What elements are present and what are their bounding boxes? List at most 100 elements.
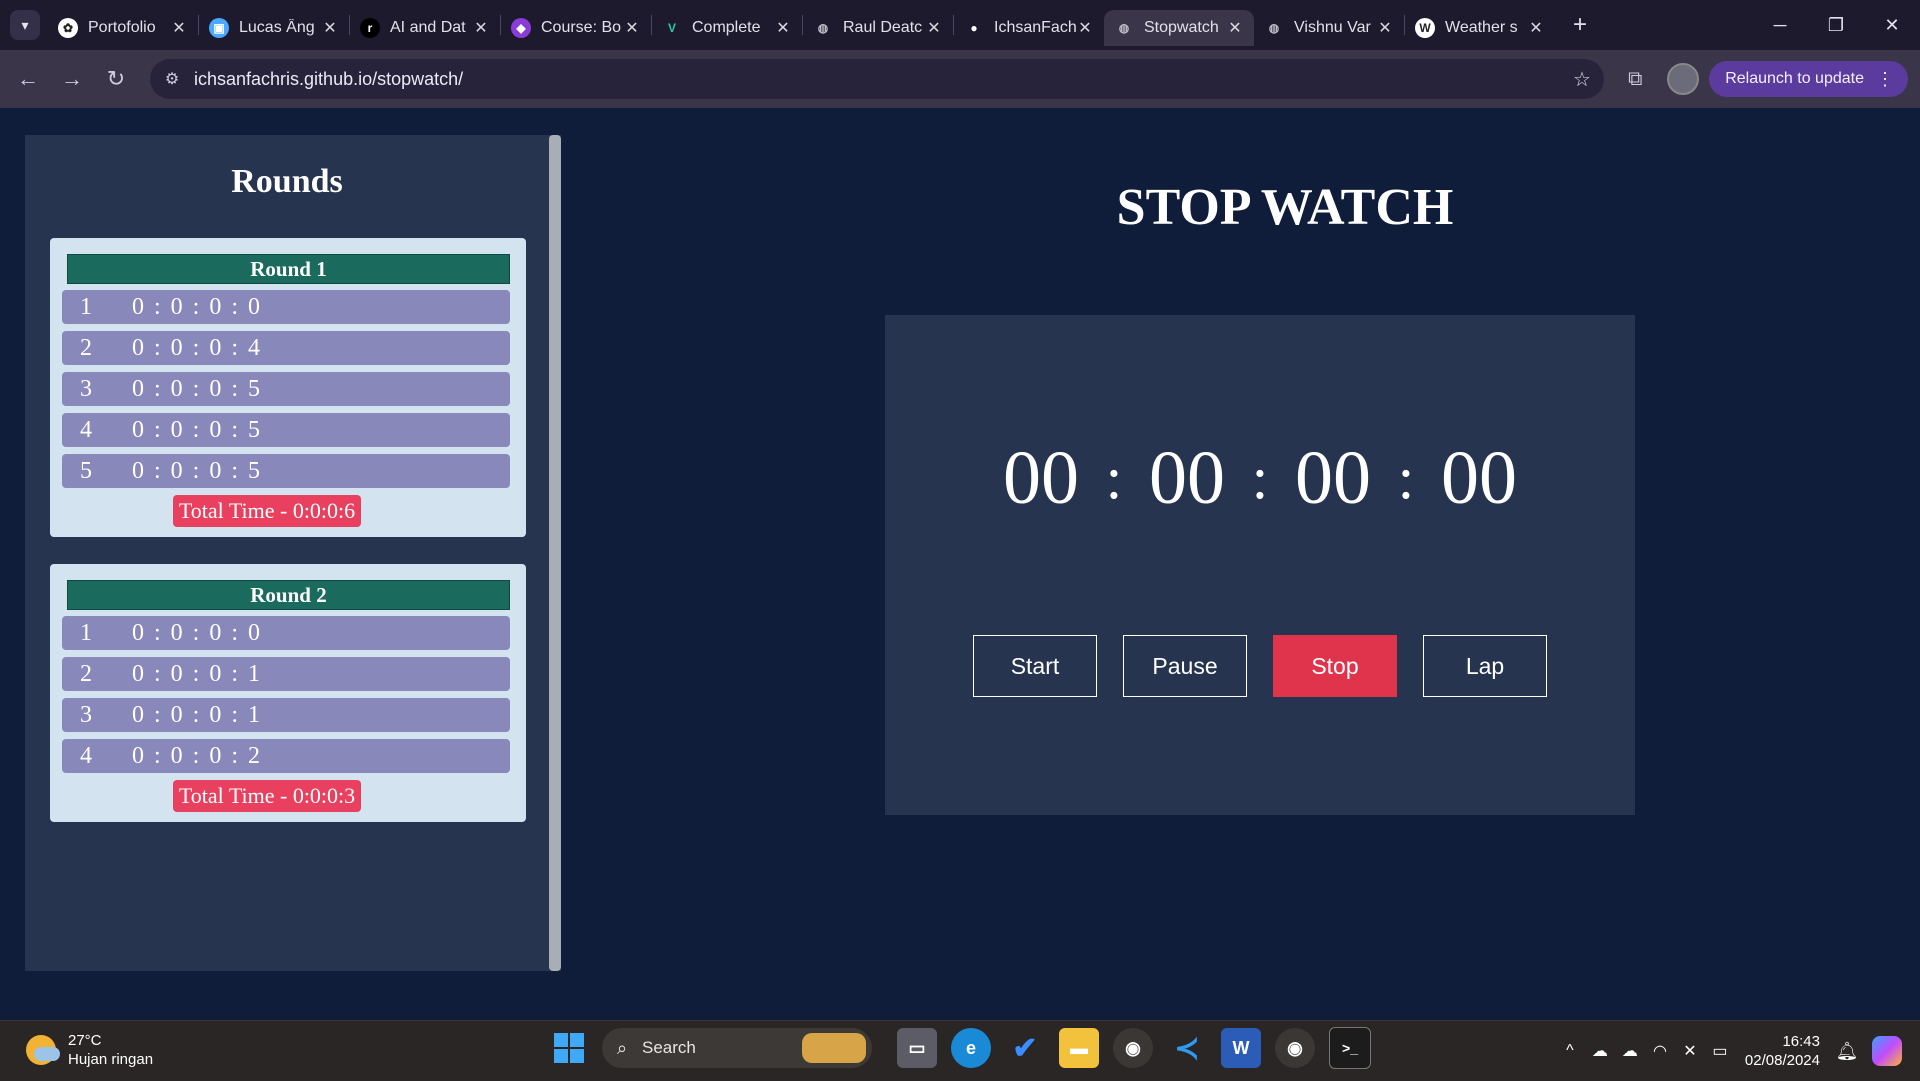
chrome-icon[interactable]: ◉ xyxy=(1113,1028,1153,1068)
browser-tab[interactable]: ◆ Course: Bo ✕ xyxy=(501,10,651,46)
extensions-icon[interactable]: ⧉ xyxy=(1613,68,1657,91)
github-icon: ● xyxy=(970,21,978,35)
separator: : xyxy=(1251,445,1269,511)
system-tray: ^ ☁ ☁ ◠ ✕ ▭ 16:43 02/08/2024 🔔︎ xyxy=(1555,1021,1920,1081)
windows-start-icon[interactable] xyxy=(554,1033,584,1063)
url-text[interactable]: ichsanfachris.github.io/stopwatch/ xyxy=(194,69,1560,90)
time-display: 00 : 00 : 00 : 00 xyxy=(885,435,1635,522)
more-menu-icon[interactable]: ⋮ xyxy=(1876,69,1894,90)
new-tab-icon[interactable]: + xyxy=(1565,11,1595,39)
rounds-scrollbar[interactable] xyxy=(549,135,561,971)
file-explorer-icon[interactable]: ▬ xyxy=(1059,1028,1099,1068)
task-view-icon[interactable]: ▭ xyxy=(897,1028,937,1068)
w-icon: W xyxy=(1415,18,1435,38)
relaunch-label: Relaunch to update xyxy=(1725,70,1864,87)
browser-tab[interactable]: V Complete ✕ xyxy=(652,10,802,46)
lap-row: 3 0 : 0 : 0 : 1 xyxy=(62,698,510,732)
close-tab-icon[interactable]: ✕ xyxy=(623,18,641,38)
close-tab-icon[interactable]: ✕ xyxy=(1527,18,1545,38)
rounds-title: Rounds xyxy=(231,163,343,200)
volume-muted-icon[interactable]: ✕ xyxy=(1675,1041,1705,1061)
lap-number: 3 xyxy=(80,701,92,728)
stop-button[interactable]: Stop xyxy=(1273,635,1397,697)
globe-icon: ◍ xyxy=(817,21,829,35)
taskbar-search[interactable]: ⌕ Search xyxy=(602,1028,872,1068)
lap-time: 0 : 0 : 0 : 5 xyxy=(132,457,263,484)
wifi-icon[interactable]: ◠ xyxy=(1645,1041,1675,1061)
round-card: Round 2 1 0 : 0 : 0 : 0 2 0 : 0 : 0 : 1 3 0 : … xyxy=(50,564,526,822)
close-tab-icon[interactable]: ✕ xyxy=(472,18,490,38)
openai-icon: ✿ xyxy=(58,18,78,38)
round-header: Round 2 xyxy=(67,580,510,610)
browser-tab-bar: ▾ ✿ Portofolio ✕ ▣ Lucas Âng ✕ r AI and Dat ✕ ◆ Co… xyxy=(0,0,1920,50)
lap-row: 3 0 : 0 : 0 : 5 xyxy=(62,372,510,406)
lap-row: 1 0 : 0 : 0 : 0 xyxy=(62,290,510,324)
close-tab-icon[interactable]: ✕ xyxy=(925,18,943,38)
pause-button[interactable]: Pause xyxy=(1123,635,1247,697)
lap-number: 5 xyxy=(80,457,92,484)
weather-temp: 27°C xyxy=(68,1032,102,1049)
lap-time: 0 : 0 : 0 : 1 xyxy=(132,701,263,728)
lap-time: 0 : 0 : 0 : 1 xyxy=(132,660,263,687)
clock[interactable]: 16:43 02/08/2024 xyxy=(1745,1032,1820,1070)
bookmark-star-icon[interactable]: ☆ xyxy=(1560,67,1604,92)
lap-row: 1 0 : 0 : 0 : 0 xyxy=(62,616,510,650)
cloud-icon[interactable]: ☁ xyxy=(1615,1041,1645,1061)
tab-title: IchsanFach xyxy=(994,19,1076,36)
start-button[interactable]: Start xyxy=(973,635,1097,697)
round-header: Round 1 xyxy=(67,254,510,284)
minutes-display: 00 xyxy=(1149,436,1225,520)
minimize-icon[interactable]: ─ xyxy=(1752,0,1808,50)
restore-icon[interactable]: ❐ xyxy=(1808,0,1864,50)
window-controls: ─ ❐ ✕ xyxy=(1752,0,1920,50)
close-tab-icon[interactable]: ✕ xyxy=(170,18,188,38)
clock-date: 02/08/2024 xyxy=(1744,1052,1820,1069)
browser-tab[interactable]: ● IchsanFach ✕ xyxy=(954,10,1104,46)
browser-tab[interactable]: ◍ Raul Deatc ✕ xyxy=(803,10,953,46)
site-info-icon[interactable]: ⚙ xyxy=(150,69,194,89)
browser-tab[interactable]: r AI and Dat ✕ xyxy=(350,10,500,46)
vscode-icon[interactable]: ≺ xyxy=(1167,1028,1207,1068)
notification-bell-icon[interactable]: 🔔︎ xyxy=(1832,1041,1862,1062)
weather-widget[interactable]: 27°C Hujan ringan xyxy=(26,1031,153,1069)
close-tab-icon[interactable]: ✕ xyxy=(1226,18,1244,38)
course-icon: ◆ xyxy=(511,18,531,38)
chevron-up-icon[interactable]: ^ xyxy=(1555,1042,1585,1060)
chrome-profile-icon[interactable]: ◉ xyxy=(1275,1028,1315,1068)
search-label: Search xyxy=(642,1038,696,1057)
lap-button[interactable]: Lap xyxy=(1423,635,1547,697)
lap-row: 2 0 : 0 : 0 : 4 xyxy=(62,331,510,365)
close-tab-icon[interactable]: ✕ xyxy=(1076,18,1094,38)
browser-tab[interactable]: ◍ Vishnu Var ✕ xyxy=(1254,10,1404,46)
profile-avatar[interactable] xyxy=(1667,63,1700,95)
close-window-icon[interactable]: ✕ xyxy=(1864,0,1920,50)
browser-tab[interactable]: ▣ Lucas Âng ✕ xyxy=(199,10,349,46)
todo-icon[interactable]: ✔ xyxy=(1005,1028,1045,1068)
battery-icon[interactable]: ▭ xyxy=(1705,1041,1735,1061)
browser-tab[interactable]: ◍ Stopwatch ✕ xyxy=(1104,10,1254,46)
tab-title: Complete xyxy=(692,19,761,36)
relaunch-button[interactable]: Relaunch to update ⋮ xyxy=(1709,61,1908,97)
rounds-panel: Rounds Round 1 1 0 : 0 : 0 : 0 2 0 : 0 : 0 :… xyxy=(25,135,561,971)
r-icon: r xyxy=(360,18,380,38)
close-tab-icon[interactable]: ✕ xyxy=(321,18,339,38)
lap-time: 0 : 0 : 0 : 0 xyxy=(132,619,263,646)
close-tab-icon[interactable]: ✕ xyxy=(1376,18,1394,38)
back-icon[interactable]: ← xyxy=(6,66,50,92)
browser-tab[interactable]: W Weather s ✕ xyxy=(1405,10,1555,46)
browser-tab[interactable]: ✿ Portofolio ✕ xyxy=(48,10,198,46)
tab-title: Portofolio xyxy=(88,19,156,36)
copilot-icon[interactable] xyxy=(1872,1036,1902,1066)
onedrive-icon[interactable]: ☁ xyxy=(1585,1041,1615,1061)
terminal-icon[interactable]: >_ xyxy=(1329,1027,1371,1069)
lap-time: 0 : 0 : 0 : 5 xyxy=(132,375,263,402)
reload-icon[interactable]: ↻ xyxy=(94,66,138,92)
edge-icon[interactable]: e xyxy=(951,1028,991,1068)
word-icon[interactable]: W xyxy=(1221,1028,1261,1068)
tab-search-icon[interactable]: ▾ xyxy=(10,10,40,40)
close-tab-icon[interactable]: ✕ xyxy=(774,18,792,38)
seconds-display: 00 xyxy=(1295,436,1371,520)
forward-icon[interactable]: → xyxy=(50,66,94,92)
lap-row: 5 0 : 0 : 0 : 5 xyxy=(62,454,510,488)
address-bar[interactable]: ⚙ ichsanfachris.github.io/stopwatch/ ☆ xyxy=(150,59,1604,99)
